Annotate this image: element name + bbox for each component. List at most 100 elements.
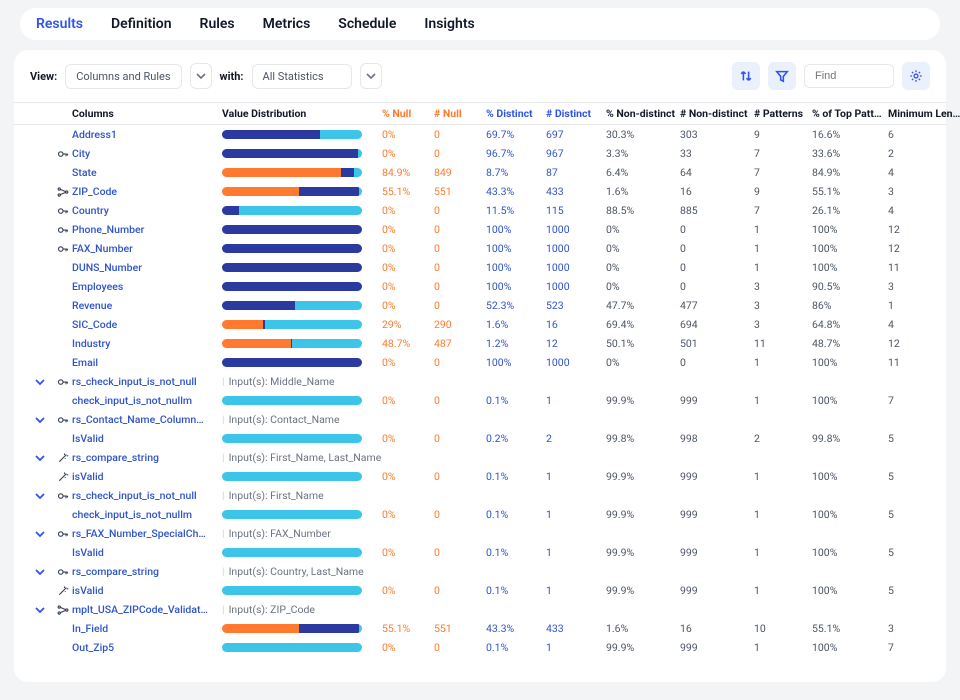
find-input[interactable] [804, 64, 894, 88]
cell-top-pattern-pct: 100% [812, 223, 888, 236]
column-link[interactable]: Address1 [72, 128, 222, 141]
expand-toggle[interactable] [26, 567, 54, 577]
cell-n-patterns: 1 [754, 584, 812, 597]
cell-pct-nondistinct: 99.8% [606, 432, 680, 445]
column-link[interactable]: City [72, 147, 222, 160]
cell-n-null: 0 [434, 394, 486, 407]
column-link[interactable]: isValid [72, 584, 222, 597]
tab-results[interactable]: Results [36, 16, 83, 32]
tab-definition[interactable]: Definition [111, 16, 172, 32]
expand-toggle[interactable] [26, 529, 54, 539]
cell-n-nondistinct: 998 [680, 432, 754, 445]
column-link[interactable]: isValid [72, 470, 222, 483]
cell-pct-distinct: 100% [486, 280, 546, 293]
cell-pct-distinct: 69.7% [486, 128, 546, 141]
column-link[interactable]: ZIP_Code [72, 185, 222, 198]
cell-top-pattern-pct: 100% [812, 261, 888, 274]
row-icon [54, 186, 72, 198]
column-link[interactable]: IsValid [72, 432, 222, 445]
cell-top-pattern-pct: 100% [812, 242, 888, 255]
rule-row: rs_check_input_is_not_null|Input(s): Mid… [14, 372, 946, 391]
column-link[interactable]: Email [72, 356, 222, 369]
view-select[interactable]: Columns and Rules [65, 64, 181, 89]
column-link[interactable]: IsValid [72, 546, 222, 559]
cell-n-patterns: 11 [754, 337, 812, 350]
cell-n-null: 0 [434, 508, 486, 521]
key-icon [57, 243, 69, 255]
cell-top-pattern-pct: 100% [812, 470, 888, 483]
rule-link[interactable]: rs_FAX_Number_SpecialCh… [72, 527, 222, 540]
column-link[interactable]: Employees [72, 280, 222, 293]
rule-inputs: |Input(s): Contact_Name [222, 413, 960, 426]
filter-button[interactable] [768, 62, 796, 90]
with-select[interactable]: All Statistics [252, 64, 352, 89]
cell-min-len: 5 [888, 470, 960, 483]
cell-min-len: 5 [888, 584, 960, 597]
expand-toggle[interactable] [26, 491, 54, 501]
key-icon [57, 376, 69, 388]
rule-link[interactable]: rs_check_input_is_not_null [72, 489, 222, 502]
cell-n-patterns: 7 [754, 147, 812, 160]
cell-n-patterns: 3 [754, 299, 812, 312]
cell-n-nondistinct: 0 [680, 280, 754, 293]
hdr-n-null: # Null [434, 107, 486, 120]
rule-icon [54, 566, 72, 578]
cell-pct-nondistinct: 50.1% [606, 337, 680, 350]
column-link[interactable]: Out_Zip5 [72, 641, 222, 654]
column-link[interactable]: DUNS_Number [72, 261, 222, 274]
column-link[interactable]: Revenue [72, 299, 222, 312]
column-link[interactable]: check_input_is_not_nullm [72, 394, 222, 407]
cell-n-null: 487 [434, 337, 486, 350]
cell-pct-distinct: 0.2% [486, 432, 546, 445]
column-link[interactable]: check_input_is_not_nullm [72, 508, 222, 521]
tab-insights[interactable]: Insights [424, 16, 474, 32]
rule-link[interactable]: rs_compare_string [72, 565, 222, 578]
cell-top-pattern-pct: 100% [812, 546, 888, 559]
cell-n-distinct: 115 [546, 204, 606, 217]
cell-n-patterns: 3 [754, 318, 812, 331]
rule-link[interactable]: rs_compare_string [72, 451, 222, 464]
column-link[interactable]: Phone_Number [72, 223, 222, 236]
cell-n-patterns: 1 [754, 508, 812, 521]
tab-rules[interactable]: Rules [200, 16, 235, 32]
rule-link[interactable]: rs_check_input_is_not_null [72, 375, 222, 388]
column-link[interactable]: FAX_Number [72, 242, 222, 255]
column-link[interactable]: State [72, 166, 222, 179]
tab-metrics[interactable]: Metrics [263, 16, 311, 32]
cell-pct-distinct: 11.5% [486, 204, 546, 217]
cell-pct-nondistinct: 0% [606, 356, 680, 369]
cell-pct-nondistinct: 88.5% [606, 204, 680, 217]
value-distribution-bar [222, 187, 362, 196]
cell-pct-distinct: 100% [486, 356, 546, 369]
column-link[interactable]: In_Field [72, 622, 222, 635]
column-link[interactable]: Country [72, 204, 222, 217]
cell-n-patterns: 9 [754, 185, 812, 198]
expand-toggle[interactable] [26, 605, 54, 615]
sort-button[interactable] [732, 62, 760, 90]
cell-n-patterns: 3 [754, 280, 812, 293]
cell-n-distinct: 16 [546, 318, 606, 331]
cell-n-distinct: 1 [546, 508, 606, 521]
value-distribution-bar [222, 282, 362, 291]
expand-toggle[interactable] [26, 415, 54, 425]
expand-toggle[interactable] [26, 453, 54, 463]
column-link[interactable]: SIC_Code [72, 318, 222, 331]
cell-n-patterns: 1 [754, 394, 812, 407]
rule-inputs: |Input(s): First_Name, Last_Name [222, 451, 960, 464]
column-link[interactable]: Industry [72, 337, 222, 350]
cell-n-distinct: 523 [546, 299, 606, 312]
rule-link[interactable]: rs_Contact_Name_Column… [72, 413, 222, 426]
tab-schedule[interactable]: Schedule [338, 16, 396, 32]
view-select-value: Columns and Rules [76, 70, 170, 83]
view-select-chevron[interactable] [190, 63, 212, 89]
expand-toggle[interactable] [26, 377, 54, 387]
with-select-chevron[interactable] [360, 63, 382, 89]
cell-pct-null: 0% [382, 299, 434, 312]
cell-pct-distinct: 43.3% [486, 622, 546, 635]
cell-pct-nondistinct: 3.3% [606, 147, 680, 160]
rule-link[interactable]: mplt_USA_ZIPCode_Validat… [72, 603, 222, 616]
cell-pct-distinct: 43.3% [486, 185, 546, 198]
settings-button[interactable] [902, 62, 930, 90]
cell-top-pattern-pct: 33.6% [812, 147, 888, 160]
cell-n-nondistinct: 0 [680, 356, 754, 369]
